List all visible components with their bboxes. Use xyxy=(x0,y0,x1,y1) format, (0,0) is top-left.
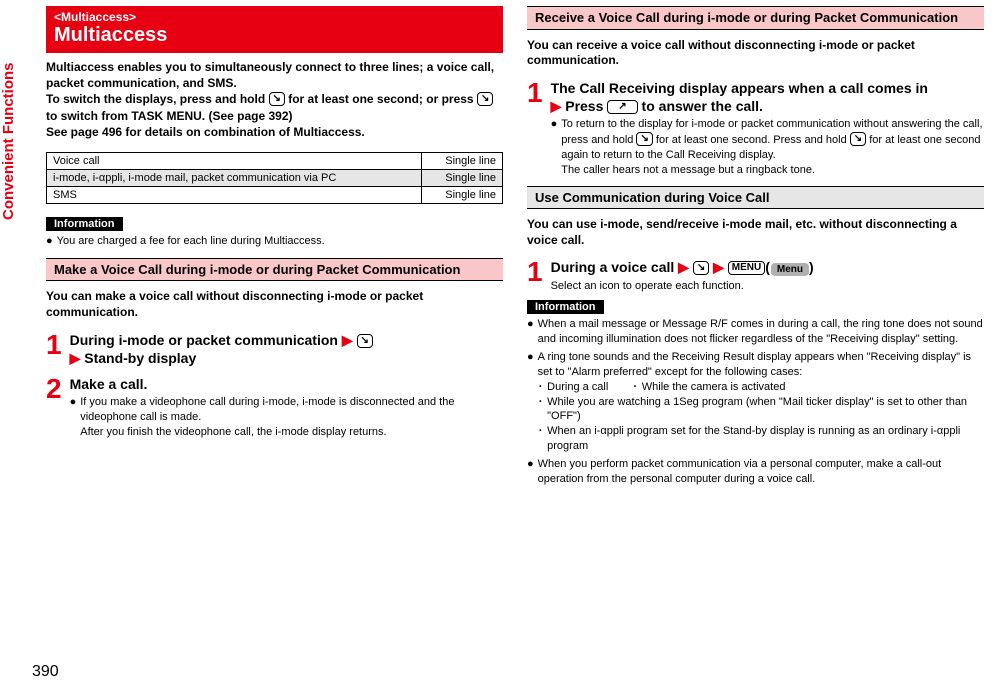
information-item: ● When a mail message or Message R/F com… xyxy=(527,317,984,347)
step-main: The Call Receiving display appears when … xyxy=(551,79,984,115)
step-sub: ● If you make a videophone call during i… xyxy=(70,395,503,440)
key-multitask-icon: ↘ xyxy=(693,261,709,275)
step-main: During i-mode or packet communication ▶ … xyxy=(70,331,503,367)
information-item: ● When you perform packet communication … xyxy=(527,457,984,487)
table-cell-label: i-mode, i-αppli, i-mode mail, packet com… xyxy=(47,169,422,186)
bullet-icon: ● xyxy=(527,317,534,347)
section-label: Convenient Functions xyxy=(0,63,17,221)
arrow-icon: ▶ xyxy=(338,332,357,348)
arrow-icon: ▶ xyxy=(709,259,728,275)
lead-text: Multiaccess enables you to simultaneousl… xyxy=(46,59,503,140)
step-body: Make a call. ● If you make a videophone … xyxy=(70,375,503,442)
bullet-icon: ● xyxy=(551,117,558,177)
arrow-icon: ▶ xyxy=(551,98,566,114)
header-tag: <Multiaccess> xyxy=(54,10,495,24)
information-subcase: ･During a call xyxy=(538,380,609,395)
information-item: ● A ring tone sounds and the Receiving R… xyxy=(527,350,984,454)
step-main: During a voice call ▶ ↘ ▶ MENU(Menu) xyxy=(551,258,984,276)
dot-icon: ･ xyxy=(538,424,544,454)
table-row: Voice call Single line xyxy=(47,152,503,169)
information-subcase: ･While you are watching a 1Seg program (… xyxy=(538,395,984,425)
step-body: The Call Receiving display appears when … xyxy=(551,79,984,180)
lead-line-1: Multiaccess enables you to simultaneousl… xyxy=(46,59,503,91)
information-subcase: ･When an i-αppli program set for the Sta… xyxy=(538,424,984,454)
sub-intro: You can use i-mode, send/receive i-mode … xyxy=(527,217,984,248)
page: Convenient Functions 390 <Multiaccess> M… xyxy=(0,0,1004,697)
key-multitask-icon: ↘ xyxy=(357,334,373,348)
information-list: ● When a mail message or Message R/F com… xyxy=(527,317,984,486)
bullet-icon: ● xyxy=(70,395,77,440)
bullet-icon: ● xyxy=(46,234,53,249)
softkey-menu-icon: Menu xyxy=(771,263,809,276)
dot-icon: ･ xyxy=(632,380,638,395)
lines-table: Voice call Single line i-mode, i-αppli, … xyxy=(46,152,503,204)
key-menu-icon: MENU xyxy=(728,261,765,275)
step-number: 1 xyxy=(527,258,543,293)
table-cell-label: Voice call xyxy=(47,152,422,169)
step-number: 1 xyxy=(46,331,62,367)
side-margin: Convenient Functions xyxy=(0,0,28,697)
left-column: <Multiaccess> Multiaccess Multiaccess en… xyxy=(46,6,503,691)
step: 1 During i-mode or packet communication … xyxy=(46,331,503,367)
columns: <Multiaccess> Multiaccess Multiaccess en… xyxy=(28,0,1004,697)
step-number: 2 xyxy=(46,375,62,442)
arrow-icon: ▶ xyxy=(70,350,85,366)
header-title: Multiaccess xyxy=(54,24,495,47)
step-number: 1 xyxy=(527,79,543,180)
information-subcase: ･While the camera is activated xyxy=(632,380,785,395)
table-cell-label: SMS xyxy=(47,186,422,203)
step: 1 The Call Receiving display appears whe… xyxy=(527,79,984,180)
section-header: <Multiaccess> Multiaccess xyxy=(46,6,503,53)
table-cell-value: Single line xyxy=(422,152,503,169)
dot-icon: ･ xyxy=(538,380,544,395)
key-multitask-icon: ↘ xyxy=(850,132,866,146)
sub-heading: Make a Voice Call during i-mode or durin… xyxy=(46,258,503,282)
key-multitask-icon: ↘ xyxy=(477,92,493,106)
dot-icon: ･ xyxy=(538,395,544,425)
step-sub-item: ● To return to the display for i-mode or… xyxy=(551,117,984,177)
lead-line-3: See page 496 for details on combination … xyxy=(46,124,503,140)
information-item: ● You are charged a fee for each line du… xyxy=(46,234,503,249)
arrow-icon: ▶ xyxy=(674,259,693,275)
right-column: Receive a Voice Call during i-mode or du… xyxy=(527,6,984,691)
table-cell-value: Single line xyxy=(422,169,503,186)
step: 2 Make a call. ● If you make a videophon… xyxy=(46,375,503,442)
table-cell-value: Single line xyxy=(422,186,503,203)
step-sub-item: ● If you make a videophone call during i… xyxy=(70,395,503,440)
bullet-icon: ● xyxy=(527,350,534,454)
page-number: 390 xyxy=(32,663,59,681)
step-body: During a voice call ▶ ↘ ▶ MENU(Menu) Sel… xyxy=(551,258,984,293)
step-sub: Select an icon to operate each function. xyxy=(551,279,984,294)
step: 1 During a voice call ▶ ↘ ▶ MENU(Menu) S… xyxy=(527,258,984,293)
key-multitask-icon: ↘ xyxy=(269,92,285,106)
information-chip: Information xyxy=(527,300,604,314)
bullet-icon: ● xyxy=(527,457,534,487)
table-row: i-mode, i-αppli, i-mode mail, packet com… xyxy=(47,169,503,186)
information-chip: Information xyxy=(46,217,123,231)
step-main: Make a call. xyxy=(70,375,503,393)
sub-intro: You can receive a voice call without dis… xyxy=(527,38,984,69)
key-multitask-icon: ↘ xyxy=(636,132,652,146)
information-block: Information ● You are charged a fee for … xyxy=(46,216,503,252)
sub-intro: You can make a voice call without discon… xyxy=(46,289,503,320)
step-body: During i-mode or packet communication ▶ … xyxy=(70,331,503,367)
step-sub: ● To return to the display for i-mode or… xyxy=(551,117,984,177)
sub-heading: Use Communication during Voice Call xyxy=(527,186,984,210)
lead-line-2: To switch the displays, press and hold ↘… xyxy=(46,91,503,123)
sub-heading: Receive a Voice Call during i-mode or du… xyxy=(527,6,984,30)
key-call-icon: ↗ xyxy=(607,100,637,114)
information-block: Information ● When a mail message or Mes… xyxy=(527,299,984,489)
information-list: ● You are charged a fee for each line du… xyxy=(46,234,503,249)
table-row: SMS Single line xyxy=(47,186,503,203)
